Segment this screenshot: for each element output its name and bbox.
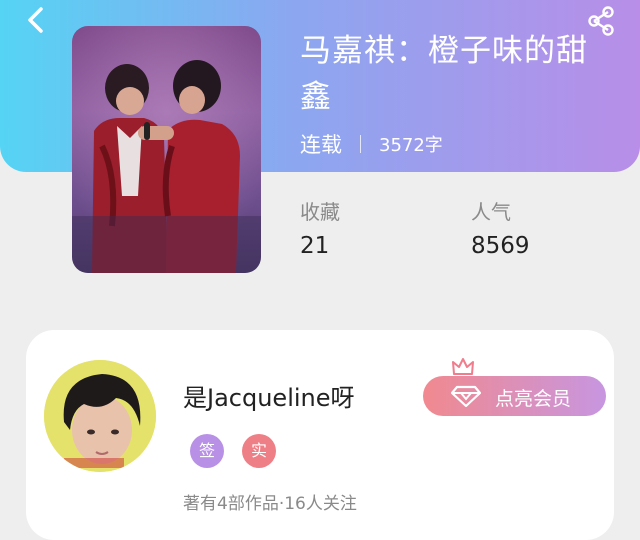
book-status: 连载 bbox=[300, 133, 342, 157]
signed-badge: 签 bbox=[190, 434, 224, 468]
author-name[interactable]: 是Jacqueline呀 bbox=[183, 378, 355, 413]
membership-label: 点亮会员 bbox=[495, 388, 572, 410]
avatar-artwork bbox=[44, 360, 156, 472]
chevron-left-icon bbox=[28, 7, 43, 33]
crown-icon bbox=[451, 356, 475, 378]
book-cover-image[interactable] bbox=[72, 26, 261, 273]
popularity-value: 8569 bbox=[471, 233, 530, 259]
popularity-label: 人气 bbox=[471, 200, 511, 224]
author-avatar-image[interactable] bbox=[44, 360, 156, 472]
meta-divider bbox=[360, 135, 361, 153]
cover-artwork bbox=[72, 26, 261, 273]
favorites-value: 21 bbox=[300, 233, 330, 259]
favorites-label: 收藏 bbox=[300, 200, 340, 224]
word-count: 3572字 bbox=[379, 135, 443, 156]
verified-badge: 实 bbox=[242, 434, 276, 468]
book-title: 马嘉祺：橙子味的甜鑫 bbox=[300, 33, 588, 115]
book-meta: 连载 3572字 bbox=[300, 129, 443, 159]
activate-membership-button[interactable]: 点亮会员 bbox=[423, 376, 606, 416]
diamond-icon bbox=[451, 385, 481, 407]
author-works-info: 著有4部作品·16人关注 bbox=[183, 494, 357, 514]
back-button[interactable] bbox=[20, 4, 52, 36]
